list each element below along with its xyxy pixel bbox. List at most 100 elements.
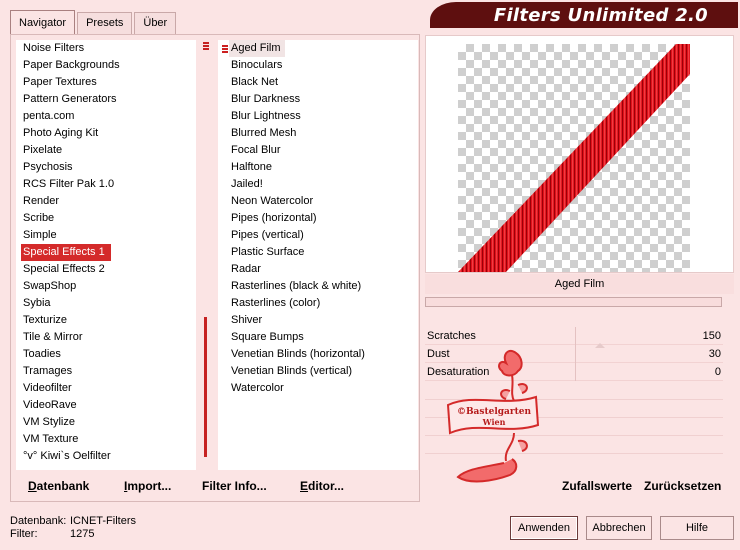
category-item[interactable]: VideoRave [16,397,196,414]
status-filter-label: Filter: [10,528,38,540]
filter-item[interactable]: Venetian Blinds (horizontal) [218,346,418,363]
cancel-button[interactable]: Abbrechen [586,516,652,540]
tab-uber[interactable]: Über [134,12,177,34]
slider-value: 150 [702,330,721,342]
category-item-label: penta.com [23,110,75,122]
filter-item[interactable]: Watercolor [218,380,418,397]
filter-item[interactable]: Neon Watercolor [218,193,418,210]
filter-item[interactable]: Blur Darkness [218,91,418,108]
category-item[interactable]: Special Effects 2 [16,261,196,278]
category-item[interactable]: RCS Filter Pak 1.0 [16,176,196,193]
category-item[interactable]: SwapShop [16,278,196,295]
category-item[interactable]: Render [16,193,196,210]
category-list[interactable]: Noise Filters Paper Backgrounds Paper Text… [16,40,196,470]
category-item[interactable]: Scribe [16,210,196,227]
help-button[interactable]: Hilfe [660,516,734,540]
editor-button[interactable]: Editor... [300,479,344,493]
category-item[interactable]: Toadies [16,346,196,363]
selected-marker-icon [222,45,228,54]
slider-scratches[interactable]: Scratches 150 [425,327,723,348]
category-item[interactable]: VM Stylize [16,414,196,431]
filter-item-label: Pipes (vertical) [231,229,304,241]
filter-item-label: Halftone [231,161,272,173]
tab-navigator[interactable]: Navigator [10,10,76,34]
random-values-button[interactable]: Zufallswerte [562,479,632,493]
preview-image [458,44,690,272]
tab-bar: Navigator Presets Über [10,10,178,34]
category-item[interactable]: Pattern Generators [16,91,196,108]
app-title: Filters Unlimited 2.0 [493,5,708,26]
filter-item[interactable]: Blurred Mesh [218,125,418,142]
filter-item[interactable]: Focal Blur [218,142,418,159]
category-item-label: Psychosis [23,161,73,173]
category-item[interactable]: Tramages [16,363,196,380]
category-item[interactable]: Texturize [16,312,196,329]
status-database-label: Datenbank: [10,515,67,527]
category-item[interactable]: Noise Filters [16,40,196,57]
filter-item[interactable]: Aged Film [218,40,418,57]
category-item[interactable]: Simple [16,227,196,244]
filter-item[interactable]: Square Bumps [218,329,418,346]
filter-item[interactable]: Shiver [218,312,418,329]
filter-item-label: Jailed! [231,178,263,190]
category-item[interactable]: Paper Textures [16,74,196,91]
category-item[interactable]: penta.com [16,108,196,125]
filters-unlimited-window: Filters Unlimited 2.0 Navigator Presets … [0,0,740,550]
watermark-logo: ©Bastelgarten Wien [446,349,540,483]
import-button[interactable]: Import... [124,479,171,493]
filter-item-label: Blurred Mesh [231,127,297,139]
filter-item[interactable]: Radar [218,261,418,278]
tab-presets[interactable]: Presets [77,12,133,34]
category-scrollbar[interactable] [198,40,214,470]
filter-info-button[interactable]: Filter Info... [202,479,267,493]
category-item-label: Paper Backgrounds [23,59,120,71]
apply-button[interactable]: Anwenden [510,516,578,540]
filter-item-label: Rasterlines (black & white) [231,280,362,292]
status-database-value: ICNET-Filters [70,515,136,527]
status-filter-value: 1275 [70,528,95,540]
category-item-label: VM Texture [23,433,79,445]
category-item[interactable]: Special Effects 1 [16,244,196,261]
filter-item-label: Square Bumps [231,331,304,343]
category-item-label: Noise Filters [23,42,85,54]
category-item-label: °v° Kiwi`s Oelfilter [23,450,111,462]
filter-item-label: Plastic Surface [231,246,305,258]
filter-item-label: Shiver [231,314,263,326]
category-item-label: Videofilter [23,382,72,394]
filter-item[interactable]: Black Net [218,74,418,91]
category-item-label: Tramages [23,365,73,377]
filter-list[interactable]: Aged Film Binoculars Black Net Blur Darknes… [218,40,418,470]
category-item[interactable]: Sybia [16,295,196,312]
filter-item[interactable]: Pipes (horizontal) [218,210,418,227]
filter-item-label: Venetian Blinds (horizontal) [231,348,365,360]
slider-divider [575,327,576,345]
filter-item[interactable]: Halftone [218,159,418,176]
scroll-thumb[interactable] [204,317,207,457]
filter-item[interactable]: Pipes (vertical) [218,227,418,244]
category-item[interactable]: °v° Kiwi`s Oelfilter [16,448,196,465]
reset-button[interactable]: Zurücksetzen [644,479,721,493]
filter-item[interactable]: Binoculars [218,57,418,74]
category-item-label: Special Effects 1 [21,244,111,261]
category-item-label: Toadies [23,348,61,360]
category-item[interactable]: Photo Aging Kit [16,125,196,142]
slider-label: Scratches [427,330,476,342]
preset-buttons: Zufallswerte Zurücksetzen [425,474,734,498]
filter-item[interactable]: Plastic Surface [218,244,418,261]
category-item[interactable]: Tile & Mirror [16,329,196,346]
category-item[interactable]: Videofilter [16,380,196,397]
category-item-label: Texturize [23,314,68,326]
filter-item[interactable]: Jailed! [218,176,418,193]
filter-item[interactable]: Rasterlines (black & white) [218,278,418,295]
filter-item[interactable]: Venetian Blinds (vertical) [218,363,418,380]
category-item[interactable]: Pixelate [16,142,196,159]
database-button[interactable]: Datenbank [28,479,89,493]
filter-item[interactable]: Blur Lightness [218,108,418,125]
category-item-label: Special Effects 2 [23,263,105,275]
category-item[interactable]: Paper Backgrounds [16,57,196,74]
slider-value: 30 [708,348,721,360]
category-item-label: Pixelate [23,144,63,156]
filter-item[interactable]: Rasterlines (color) [218,295,418,312]
category-item[interactable]: Psychosis [16,159,196,176]
category-item[interactable]: VM Texture [16,431,196,448]
